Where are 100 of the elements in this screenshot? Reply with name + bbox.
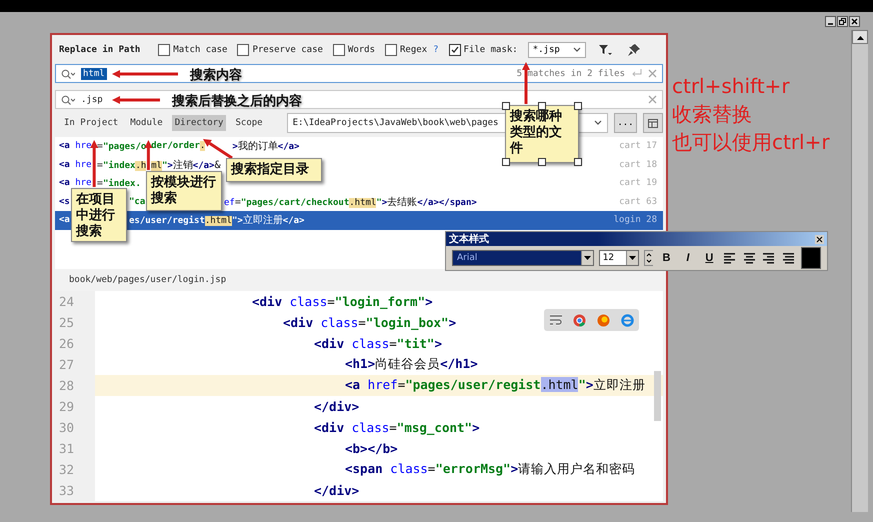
- close-icon: [851, 18, 858, 24]
- arrow: [203, 139, 233, 160]
- return-arrow-icon: [631, 69, 642, 78]
- browse-button[interactable]: ...: [614, 113, 637, 133]
- code-snippet: ml">注销</a>&: [151, 160, 220, 172]
- resize-handle[interactable]: [502, 102, 510, 110]
- file-mask-dropdown[interactable]: *.jsp: [528, 42, 586, 58]
- filter-icon: [598, 44, 612, 56]
- annotation-tooltip: 搜索指定目录: [226, 158, 322, 182]
- code-line: </div>: [314, 399, 360, 414]
- code-snippet: ="index.: [96, 178, 141, 190]
- resize-handle[interactable]: [574, 102, 582, 110]
- annotation-text: 收索替换: [672, 101, 753, 128]
- code-snippet: <a hre: [59, 178, 92, 189]
- line-number: 29: [55, 396, 95, 417]
- format-button[interactable]: U: [701, 249, 718, 267]
- restore-button[interactable]: [837, 16, 848, 26]
- file-line-label: cart 19: [619, 178, 657, 189]
- code-line: <h1>尚硅谷会员</h1>: [345, 356, 478, 373]
- scope-tab[interactable]: In Project: [61, 115, 122, 131]
- line-number: 24: [55, 291, 95, 312]
- code-snippet: >我的订单</a>: [232, 141, 300, 153]
- resize-handle[interactable]: [538, 102, 546, 110]
- align-icon: [744, 252, 755, 264]
- code-line: </div>: [314, 483, 360, 498]
- font-size-dropdown[interactable]: 12: [598, 250, 640, 266]
- checkbox[interactable]: [158, 44, 170, 56]
- code-snippet: <s: [59, 196, 70, 208]
- code-line: <span class="errorMsg">请输入用户名和密码: [345, 461, 636, 478]
- file-line-label: cart 17: [619, 141, 657, 152]
- line-number: 30: [55, 417, 95, 438]
- code-snippet: <a hre: [59, 141, 92, 152]
- code-line: <div class="login_box">: [283, 315, 456, 330]
- resize-handle[interactable]: [538, 158, 546, 166]
- format-button[interactable]: B: [658, 249, 675, 267]
- option-label[interactable]: Words: [348, 45, 376, 55]
- spinner-icon[interactable]: [644, 250, 654, 266]
- option-label[interactable]: Match case: [173, 45, 228, 55]
- code-snippet: es/user/regist.html">立即注册</a>: [129, 215, 304, 227]
- scope-tab[interactable]: Module: [127, 115, 166, 131]
- annotation-tooltip: 按模块进行搜索: [146, 171, 222, 211]
- option-label[interactable]: File mask:: [464, 45, 518, 55]
- browser-icon[interactable]: [620, 314, 634, 326]
- annotation-text: 也可以使用ctrl+r: [672, 129, 830, 156]
- search-icon: [61, 94, 75, 104]
- code-snippet: "ca: [129, 196, 146, 208]
- resize-handle[interactable]: [574, 158, 582, 166]
- align-button[interactable]: [722, 250, 738, 266]
- window-icon: [648, 118, 658, 128]
- match-count: 5 matches in 2 files: [516, 68, 625, 78]
- toolbar-title: 文本样式: [449, 232, 489, 246]
- align-button[interactable]: [742, 250, 757, 266]
- caret-icon: [572, 47, 581, 53]
- minimize-button[interactable]: [825, 16, 836, 26]
- scrollbar[interactable]: [851, 30, 868, 512]
- code-snippet: der/order.: [151, 141, 206, 152]
- code-line: <div class="tit">: [314, 336, 442, 351]
- close-icon[interactable]: [815, 234, 824, 244]
- browser-icon[interactable]: [596, 314, 610, 326]
- checkmark-icon: [450, 46, 459, 54]
- caret-icon: [629, 256, 636, 260]
- line-number: 32: [55, 459, 95, 480]
- checkbox[interactable]: [237, 44, 250, 56]
- code-snippet: <a: [59, 215, 70, 226]
- scope-tab[interactable]: Scope: [232, 115, 266, 131]
- close-button[interactable]: [849, 16, 860, 26]
- annotation-tooltip: 在项目中进行搜索: [71, 188, 127, 242]
- wrap-icon[interactable]: [550, 315, 562, 325]
- checkbox[interactable]: [385, 44, 398, 56]
- help-link[interactable]: ?: [433, 45, 439, 55]
- arrow: [112, 70, 178, 78]
- scrollbar-thumb[interactable]: [654, 371, 661, 421]
- resize-handle[interactable]: [502, 158, 510, 166]
- line-number: 27: [55, 354, 95, 375]
- align-icon: [783, 252, 794, 264]
- scroll-up-button[interactable]: [852, 30, 868, 44]
- line-number: 33: [55, 480, 95, 501]
- scope-tab[interactable]: Directory: [172, 115, 226, 131]
- font-dropdown[interactable]: Arial: [452, 250, 594, 266]
- option-label[interactable]: Regex: [400, 45, 428, 55]
- module-button[interactable]: [643, 113, 663, 133]
- up-arrow-icon: [856, 34, 864, 40]
- option-label[interactable]: Preserve case: [252, 45, 323, 55]
- checkbox[interactable]: [448, 44, 461, 56]
- arrow: [522, 62, 530, 104]
- checkbox[interactable]: [332, 44, 345, 56]
- annotation-text: ctrl+shift+r: [672, 73, 791, 100]
- color-swatch[interactable]: [800, 247, 822, 269]
- align-icon: [763, 252, 774, 264]
- file-line-label: cart 18: [619, 160, 657, 170]
- line-number: 28: [55, 375, 95, 396]
- align-button[interactable]: [781, 250, 796, 266]
- align-button[interactable]: [762, 250, 776, 266]
- browser-icon[interactable]: [572, 314, 586, 326]
- code-line: <a href="pages/user/regist.html">立即注册: [345, 377, 646, 394]
- line-number: 25: [55, 312, 95, 333]
- code-snippet: ="index.h: [96, 160, 146, 172]
- code-line: <div class="msg_cont">: [314, 420, 480, 435]
- file-line-label: cart 63: [619, 196, 657, 208]
- format-button[interactable]: I: [680, 249, 696, 267]
